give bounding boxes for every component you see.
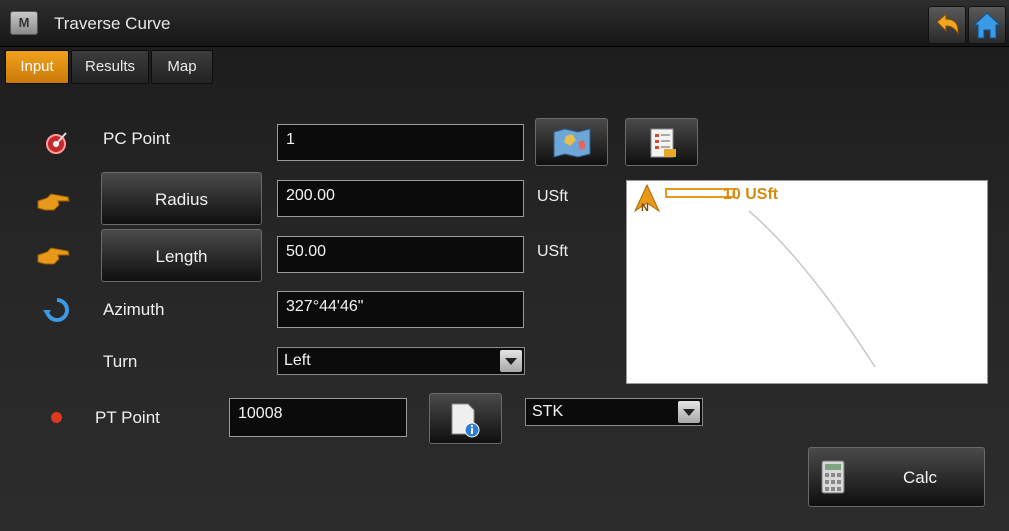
chevron-down-icon[interactable] bbox=[500, 350, 522, 372]
pc-point-input[interactable]: 1 bbox=[277, 124, 524, 161]
app-menu-icon[interactable]: M bbox=[10, 11, 38, 35]
tab-results[interactable]: Results bbox=[71, 50, 149, 84]
select-from-list-button[interactable] bbox=[625, 118, 698, 166]
length-input[interactable]: 50.00 bbox=[277, 236, 524, 273]
radius-unit: USft bbox=[537, 188, 569, 205]
title-bar: M Traverse Curve bbox=[0, 0, 1009, 47]
pc-point-label: PC Point bbox=[103, 129, 171, 148]
turn-label: Turn bbox=[103, 352, 138, 371]
pt-point-dot-icon bbox=[51, 412, 62, 423]
length-unit: USft bbox=[537, 243, 569, 260]
radius-button[interactable]: Radius bbox=[101, 172, 262, 225]
back-button[interactable] bbox=[928, 6, 966, 44]
rotate-icon bbox=[43, 298, 69, 322]
home-button[interactable] bbox=[968, 6, 1006, 44]
document-info-icon bbox=[451, 403, 480, 438]
traverse-curve-screen: M Traverse Curve Input Results Map PC Po… bbox=[0, 0, 1009, 531]
curve-line bbox=[748, 210, 876, 368]
calc-button[interactable]: Calc bbox=[808, 447, 985, 507]
home-icon bbox=[972, 12, 1002, 39]
azimuth-label: Azimuth bbox=[103, 300, 165, 319]
radius-input[interactable]: 200.00 bbox=[277, 180, 524, 217]
pt-point-label: PT Point bbox=[95, 408, 160, 427]
point-info-button[interactable] bbox=[429, 393, 502, 444]
window-title: Traverse Curve bbox=[54, 14, 171, 33]
undo-arrow-icon bbox=[936, 12, 959, 36]
pt-point-input[interactable]: 10008 bbox=[229, 398, 407, 437]
curve-preview: N 10 USft bbox=[626, 180, 988, 384]
chevron-down-icon[interactable] bbox=[678, 401, 700, 423]
pointing-hand-icon bbox=[37, 247, 70, 265]
map-icon bbox=[553, 128, 591, 158]
point-list-icon bbox=[650, 128, 676, 158]
code-dropdown[interactable]: STK bbox=[525, 398, 703, 426]
turn-selected-value: Left bbox=[284, 352, 311, 369]
select-from-map-button[interactable] bbox=[535, 118, 608, 166]
azimuth-input[interactable]: 327°44'46" bbox=[277, 291, 524, 328]
tab-input[interactable]: Input bbox=[5, 50, 69, 84]
calc-label: Calc bbox=[903, 468, 938, 487]
target-point-icon bbox=[46, 132, 67, 154]
turn-dropdown[interactable]: Left bbox=[277, 347, 525, 375]
tab-map[interactable]: Map bbox=[151, 50, 213, 84]
calculator-icon bbox=[821, 460, 845, 494]
length-button[interactable]: Length bbox=[101, 229, 262, 282]
pointing-hand-icon bbox=[37, 193, 70, 211]
code-selected-value: STK bbox=[532, 403, 564, 420]
